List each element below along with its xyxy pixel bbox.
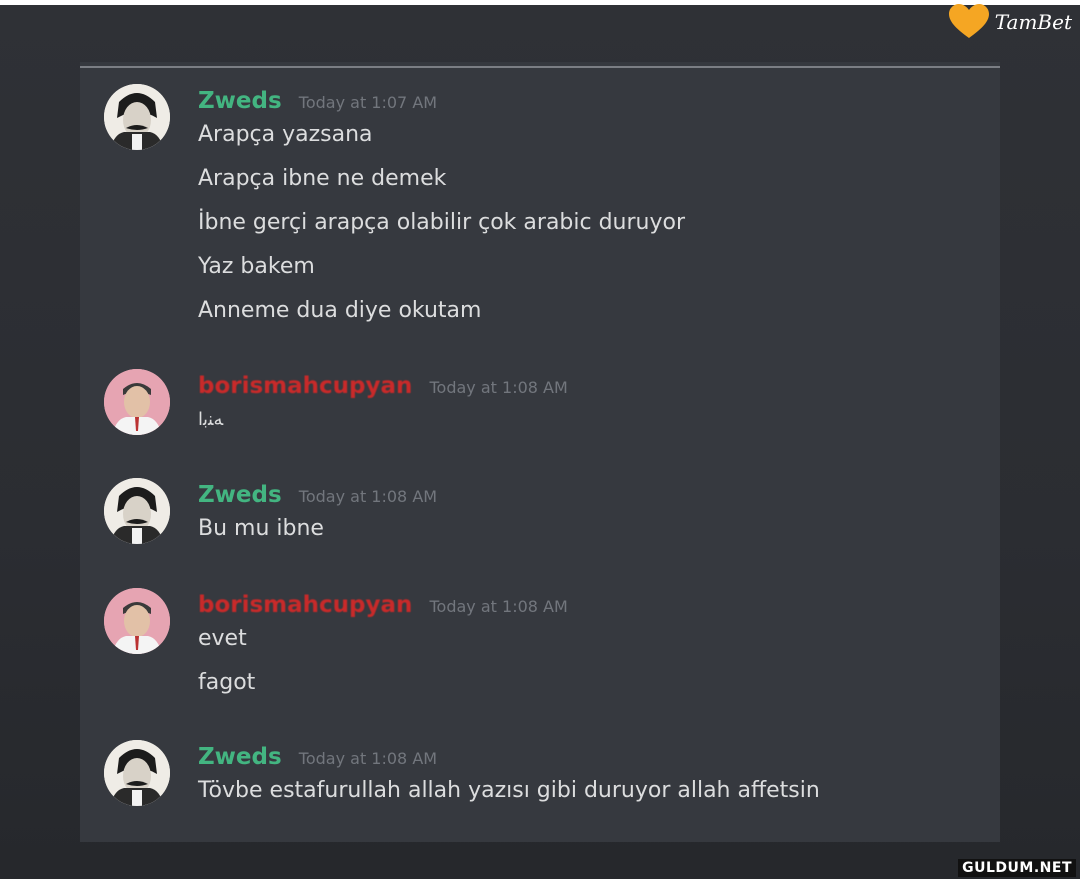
author-name[interactable]: Zweds <box>198 88 282 114</box>
avatar-man-mustache-icon <box>104 84 170 150</box>
avatar-man-suit-icon <box>104 369 170 435</box>
author-name[interactable]: borismahcupyan <box>198 592 412 618</box>
author-name[interactable]: Zweds <box>198 744 282 770</box>
timestamp: Today at 1:08 AM <box>429 378 568 397</box>
message-text: Arapça ibne ne demek <box>198 166 447 191</box>
timestamp: Today at 1:07 AM <box>298 93 438 112</box>
brand-logo: TamBet <box>948 2 1072 42</box>
avatar[interactable] <box>104 588 170 654</box>
timestamp: Today at 1:08 AM <box>298 487 438 506</box>
avatar-man-mustache-icon <box>104 740 170 806</box>
message-text: İbne gerçi arapça olabilir çok arabic du… <box>198 210 686 235</box>
avatar-man-suit-icon <box>104 588 170 654</box>
message-text: evet <box>198 626 247 651</box>
message-text: Yaz bakem <box>198 254 315 279</box>
author-name[interactable]: borismahcupyan <box>198 373 412 399</box>
avatar[interactable] <box>104 369 170 435</box>
message-text: Bu mu ibne <box>198 516 324 541</box>
logo-text: TamBet <box>994 10 1072 34</box>
message-text: Anneme dua diye okutam <box>198 298 482 323</box>
message-text: ﻪﻨﺑﺍ <box>198 409 224 430</box>
chat-divider <box>80 66 1000 68</box>
message-text: Tövbe estafurullah allah yazısı gibi dur… <box>198 778 820 803</box>
heart-icon <box>948 4 989 38</box>
author-name[interactable]: Zweds <box>198 482 282 508</box>
avatar-man-mustache-icon <box>104 478 170 544</box>
avatar[interactable] <box>104 740 170 806</box>
timestamp: Today at 1:08 AM <box>429 597 568 616</box>
avatar[interactable] <box>104 84 170 150</box>
watermark: GULDUM.NET <box>958 859 1076 877</box>
message-text: fagot <box>198 670 256 695</box>
message-text: Arapça yazsana <box>198 122 373 147</box>
avatar[interactable] <box>104 478 170 544</box>
timestamp: Today at 1:08 AM <box>298 749 438 768</box>
